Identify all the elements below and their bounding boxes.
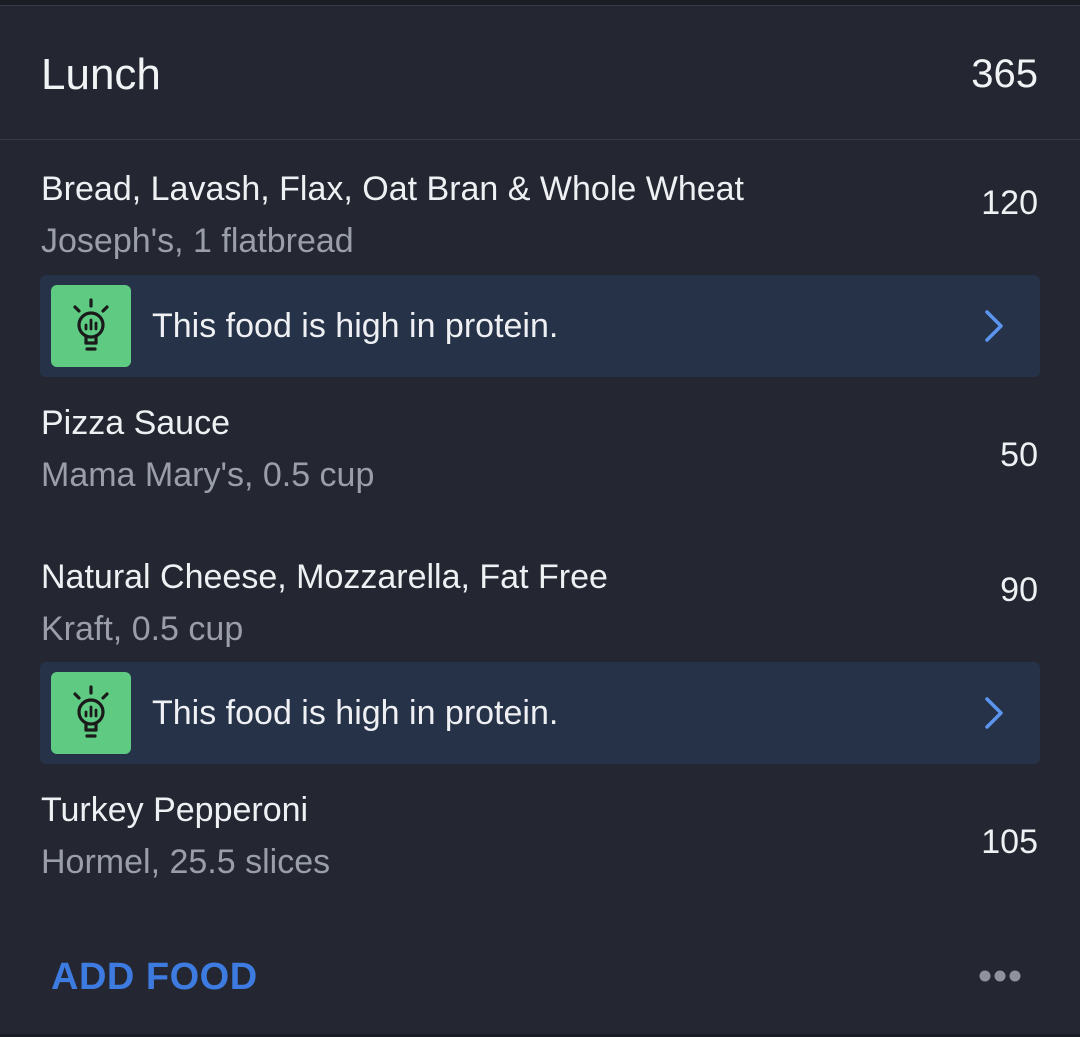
chevron-right-icon xyxy=(985,697,1003,729)
food-entry[interactable]: Bread, Lavash, Flax, Oat Bran & Whole Wh… xyxy=(0,170,1080,270)
food-name: Bread, Lavash, Flax, Oat Bran & Whole Wh… xyxy=(41,170,744,208)
tip-text: This food is high in protein. xyxy=(152,307,559,345)
tip-text: This food is high in protein. xyxy=(152,694,559,732)
food-detail: Hormel, 25.5 slices xyxy=(41,843,331,881)
food-entry[interactable]: Turkey Pepperoni Hormel, 25.5 slices 105 xyxy=(0,791,1080,891)
more-horizontal-icon[interactable] xyxy=(978,968,1022,984)
chevron-right-icon xyxy=(985,310,1003,342)
food-calories: 50 xyxy=(1000,436,1038,474)
food-name: Natural Cheese, Mozzarella, Fat Free xyxy=(41,558,608,596)
meal-header[interactable]: Lunch 365 xyxy=(0,6,1080,140)
lunch-meal-section: Lunch 365 Bread, Lavash, Flax, Oat Bran … xyxy=(0,0,1080,1037)
food-calories: 120 xyxy=(981,184,1038,222)
food-detail: Joseph's, 1 flatbread xyxy=(41,222,354,260)
lightbulb-icon xyxy=(51,672,131,754)
food-calories: 90 xyxy=(1000,571,1038,609)
food-detail: Kraft, 0.5 cup xyxy=(41,610,244,648)
meal-footer: ADD FOOD xyxy=(0,930,1080,1030)
protein-tip-banner[interactable]: This food is high in protein. xyxy=(40,662,1040,764)
lightbulb-icon xyxy=(51,285,131,367)
meal-title: Lunch xyxy=(41,50,161,99)
food-name: Turkey Pepperoni xyxy=(41,791,309,829)
protein-tip-banner[interactable]: This food is high in protein. xyxy=(40,275,1040,377)
food-calories: 105 xyxy=(981,823,1038,861)
add-food-button[interactable]: ADD FOOD xyxy=(51,956,258,999)
food-detail: Mama Mary's, 0.5 cup xyxy=(41,456,375,494)
food-entry[interactable]: Natural Cheese, Mozzarella, Fat Free Kra… xyxy=(0,558,1080,658)
food-entry[interactable]: Pizza Sauce Mama Mary's, 0.5 cup 50 xyxy=(0,404,1080,504)
food-name: Pizza Sauce xyxy=(41,404,230,442)
meal-total-calories: 365 xyxy=(971,52,1038,96)
